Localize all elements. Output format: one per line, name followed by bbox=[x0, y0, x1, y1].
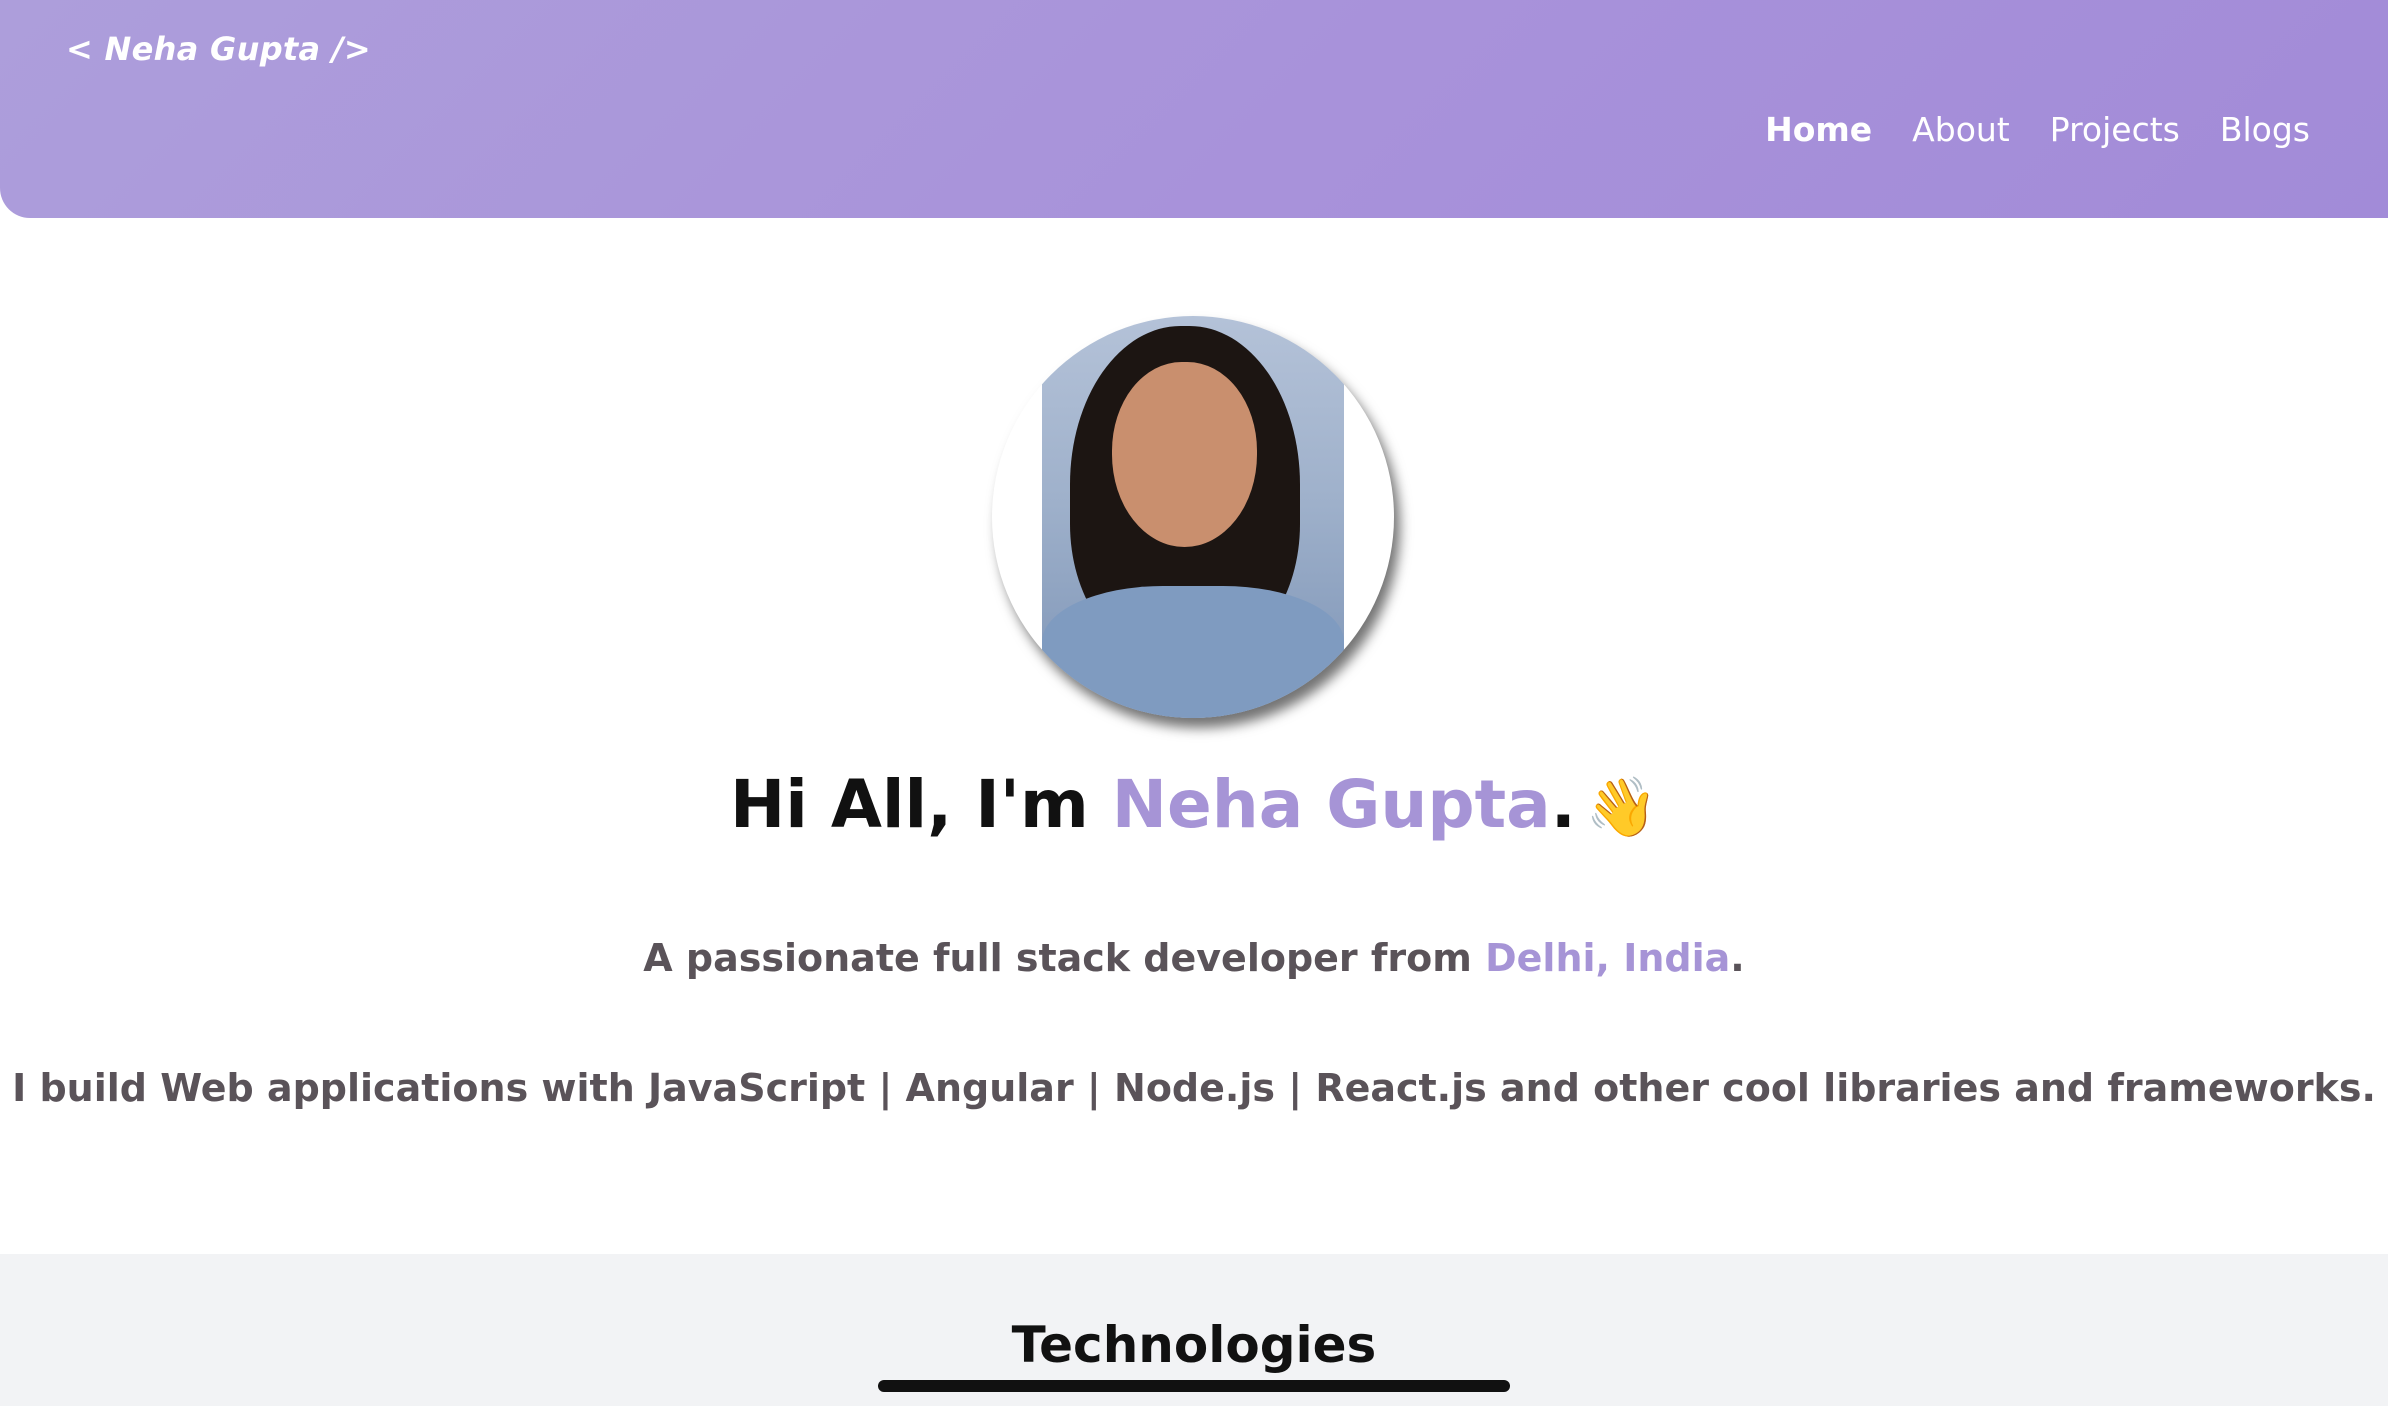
nav-blogs-link[interactable]: Blogs bbox=[2220, 110, 2310, 149]
waving-hand-icon: 👋 bbox=[1585, 773, 1659, 841]
main-nav: Home About Projects Blogs bbox=[1765, 110, 2310, 149]
tagline-suffix: . bbox=[1730, 936, 1745, 980]
tagline-location: Delhi, India bbox=[1485, 936, 1731, 980]
technologies-title: Technologies bbox=[1011, 1316, 1377, 1374]
greeting-prefix: Hi All, I'm bbox=[729, 766, 1112, 843]
nav-home-link[interactable]: Home bbox=[1765, 110, 1872, 149]
technologies-section: Technologies bbox=[0, 1254, 2388, 1406]
technologies-underline bbox=[878, 1380, 1510, 1392]
greeting-suffix: . bbox=[1550, 766, 1576, 843]
greeting-name: Neha Gupta bbox=[1111, 766, 1551, 843]
nav-about-link[interactable]: About bbox=[1912, 110, 2010, 149]
nav-projects-link[interactable]: Projects bbox=[2050, 110, 2180, 149]
site-logo[interactable]: < Neha Gupta /> bbox=[66, 30, 371, 68]
tagline-prefix: A passionate full stack developer from bbox=[643, 936, 1486, 980]
hero-tagline: A passionate full stack developer from D… bbox=[0, 936, 2388, 980]
hero-section: Hi All, I'm Neha Gupta. 👋 A passionate fu… bbox=[0, 218, 2388, 1254]
site-header: < Neha Gupta /> Home About Projects Blog… bbox=[0, 0, 2388, 218]
hero-skills: I build Web applications with JavaScript… bbox=[12, 1066, 2376, 1110]
profile-photo bbox=[1042, 316, 1344, 718]
hero-greeting: Hi All, I'm Neha Gupta. 👋 bbox=[0, 766, 2388, 843]
profile-avatar bbox=[992, 316, 1394, 718]
